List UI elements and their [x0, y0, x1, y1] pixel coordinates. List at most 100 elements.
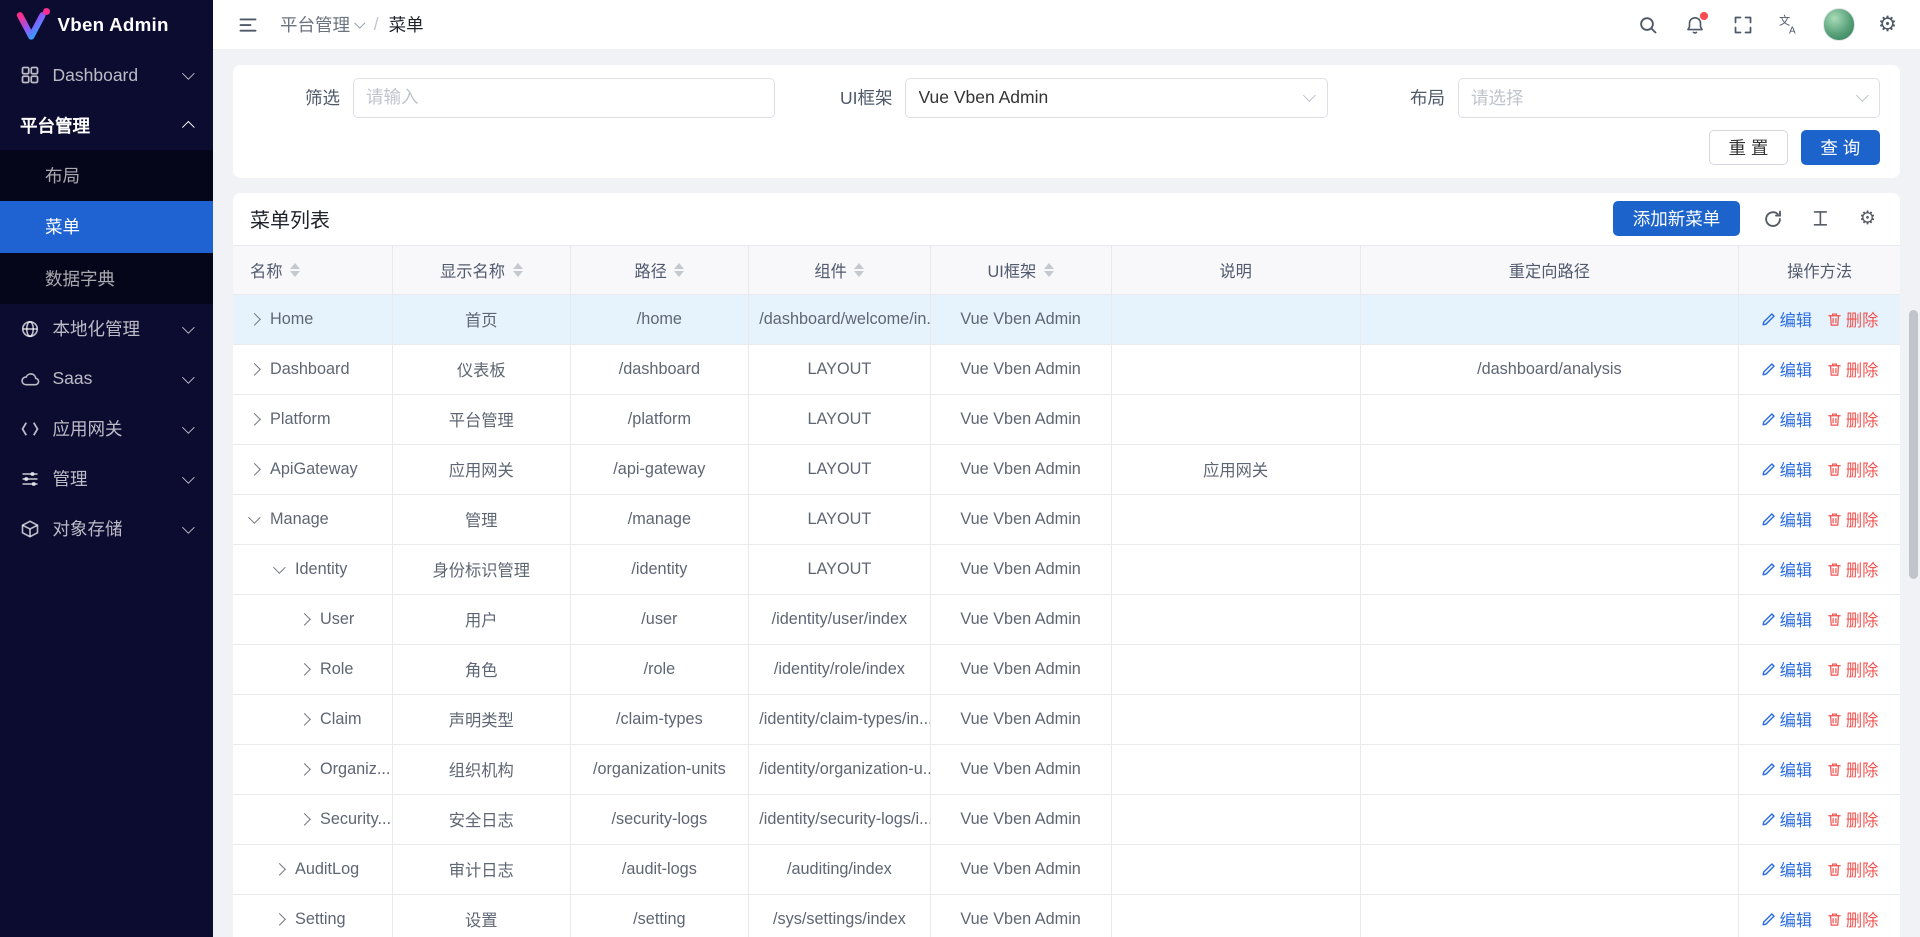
column-header-component[interactable]: 组件 — [749, 246, 930, 295]
cell-redirect: /dashboard/analysis — [1360, 344, 1739, 394]
expand-icon[interactable] — [248, 463, 260, 475]
cell-component: LAYOUT — [749, 344, 930, 394]
reset-button[interactable]: 重 置 — [1709, 130, 1788, 165]
settings-gear-icon[interactable]: ⚙ — [1873, 10, 1903, 40]
table-row: Setting 设置 /setting /sys/settings/index … — [233, 894, 1901, 937]
edit-button[interactable]: 编辑 — [1761, 557, 1812, 581]
cell-description — [1111, 744, 1360, 794]
layout-select[interactable]: 请选择 — [1458, 78, 1881, 118]
sort-icon[interactable] — [513, 263, 523, 278]
sort-icon[interactable] — [290, 263, 300, 278]
delete-button[interactable]: 删除 — [1827, 357, 1878, 381]
edit-button[interactable]: 编辑 — [1761, 607, 1812, 631]
sidebar-item-platform-management[interactable]: 平台管理 — [0, 100, 213, 150]
row-height-icon[interactable] — [1805, 204, 1835, 234]
sidebar-item-object-storage[interactable]: 对象存储 — [0, 504, 213, 554]
fullscreen-icon[interactable] — [1728, 10, 1758, 40]
delete-button[interactable]: 删除 — [1827, 607, 1878, 631]
row-name: Security... — [320, 810, 391, 829]
sidebar-item-layout[interactable]: 布局 — [0, 150, 213, 201]
delete-button[interactable]: 删除 — [1827, 657, 1878, 681]
delete-button[interactable]: 删除 — [1827, 757, 1878, 781]
column-header-ui-framework[interactable]: UI框架 — [930, 246, 1111, 295]
cell-component: LAYOUT — [749, 494, 930, 544]
sidebar-item-saas[interactable]: Saas — [0, 354, 213, 404]
app-title: Vben Admin — [58, 14, 169, 36]
cell-description — [1111, 594, 1360, 644]
chevron-down-icon — [1856, 89, 1868, 101]
edit-label: 编辑 — [1780, 457, 1813, 481]
expand-icon[interactable] — [248, 313, 260, 325]
edit-button[interactable]: 编辑 — [1761, 857, 1812, 881]
expand-icon[interactable] — [298, 613, 310, 625]
delete-button[interactable]: 删除 — [1827, 457, 1878, 481]
sidebar-item-api-gateway[interactable]: 应用网关 — [0, 404, 213, 454]
delete-button[interactable]: 删除 — [1827, 807, 1878, 831]
column-settings-gear-icon[interactable]: ⚙ — [1853, 204, 1883, 234]
cell-component: /identity/organization-u... — [749, 744, 930, 794]
expand-icon[interactable] — [273, 561, 285, 573]
sidebar-toggle-icon[interactable] — [233, 10, 263, 40]
column-header-display-name[interactable]: 显示名称 — [393, 246, 571, 295]
edit-button[interactable]: 编辑 — [1761, 707, 1812, 731]
expand-icon[interactable] — [248, 363, 260, 375]
delete-button[interactable]: 删除 — [1827, 557, 1878, 581]
expand-icon[interactable] — [298, 813, 310, 825]
expand-icon[interactable] — [273, 913, 285, 925]
cell-actions: 编辑 删除 — [1739, 844, 1900, 894]
filter-input[interactable] — [353, 78, 776, 118]
delete-button[interactable]: 删除 — [1827, 407, 1878, 431]
translate-icon[interactable]: 文 A — [1775, 10, 1805, 40]
delete-button[interactable]: 删除 — [1827, 707, 1878, 731]
cell-ui-framework: Vue Vben Admin — [930, 294, 1111, 344]
edit-button[interactable]: 编辑 — [1761, 457, 1812, 481]
sidebar-item-manage[interactable]: 管理 — [0, 454, 213, 504]
user-avatar[interactable] — [1823, 8, 1856, 41]
cell-display-name: 管理 — [393, 494, 571, 544]
expand-icon[interactable] — [273, 863, 285, 875]
delete-button[interactable]: 删除 — [1827, 307, 1878, 331]
expand-icon[interactable] — [298, 713, 310, 725]
refresh-icon[interactable] — [1758, 204, 1788, 234]
breadcrumb-item-platform[interactable]: 平台管理 — [280, 12, 364, 37]
cell-display-name: 平台管理 — [393, 394, 571, 444]
expand-icon[interactable] — [298, 763, 310, 775]
sort-icon[interactable] — [674, 263, 684, 278]
sidebar-item-data-dictionary[interactable]: 数据字典 — [0, 253, 213, 304]
edit-button[interactable]: 编辑 — [1761, 407, 1812, 431]
vertical-scrollbar[interactable] — [1909, 310, 1918, 579]
expand-icon[interactable] — [248, 413, 260, 425]
edit-button[interactable]: 编辑 — [1761, 807, 1812, 831]
search-button[interactable]: 查 询 — [1801, 130, 1880, 165]
search-icon[interactable] — [1633, 10, 1663, 40]
edit-button[interactable]: 编辑 — [1761, 757, 1812, 781]
logo[interactable]: Vben Admin — [0, 0, 213, 50]
delete-button[interactable]: 删除 — [1827, 907, 1878, 931]
column-header-redirect: 重定向路径 — [1360, 246, 1739, 295]
expand-icon[interactable] — [248, 511, 260, 523]
edit-button[interactable]: 编辑 — [1761, 657, 1812, 681]
cell-name: AuditLog — [233, 844, 393, 894]
edit-button[interactable]: 编辑 — [1761, 507, 1812, 531]
edit-button[interactable]: 编辑 — [1761, 307, 1812, 331]
sidebar-item-dashboard[interactable]: Dashboard — [0, 50, 213, 100]
notification-bell-icon[interactable] — [1680, 10, 1710, 40]
edit-button[interactable]: 编辑 — [1761, 907, 1812, 931]
sidebar-item-menu[interactable]: 菜单 — [0, 201, 213, 252]
expand-icon[interactable] — [298, 663, 310, 675]
filter-card: 筛选 UI框架 Vue Vben Admin 布局 请选择 — [233, 65, 1901, 178]
cell-component: /identity/security-logs/i... — [749, 794, 930, 844]
delete-button[interactable]: 删除 — [1827, 857, 1878, 881]
add-menu-button[interactable]: 添加新菜单 — [1613, 201, 1740, 236]
edit-button[interactable]: 编辑 — [1761, 357, 1812, 381]
sort-icon[interactable] — [1044, 263, 1054, 278]
cell-actions: 编辑 删除 — [1739, 344, 1900, 394]
menu-table: 名称 显示名称 路径 — [233, 245, 1901, 937]
column-header-name[interactable]: 名称 — [233, 246, 393, 295]
table-row: Organiz... 组织机构 /organization-units /ide… — [233, 744, 1901, 794]
delete-button[interactable]: 删除 — [1827, 507, 1878, 531]
sort-icon[interactable] — [854, 263, 864, 278]
ui-framework-select[interactable]: Vue Vben Admin — [905, 78, 1328, 118]
sidebar-item-localization[interactable]: 本地化管理 — [0, 304, 213, 354]
column-header-path[interactable]: 路径 — [570, 246, 749, 295]
